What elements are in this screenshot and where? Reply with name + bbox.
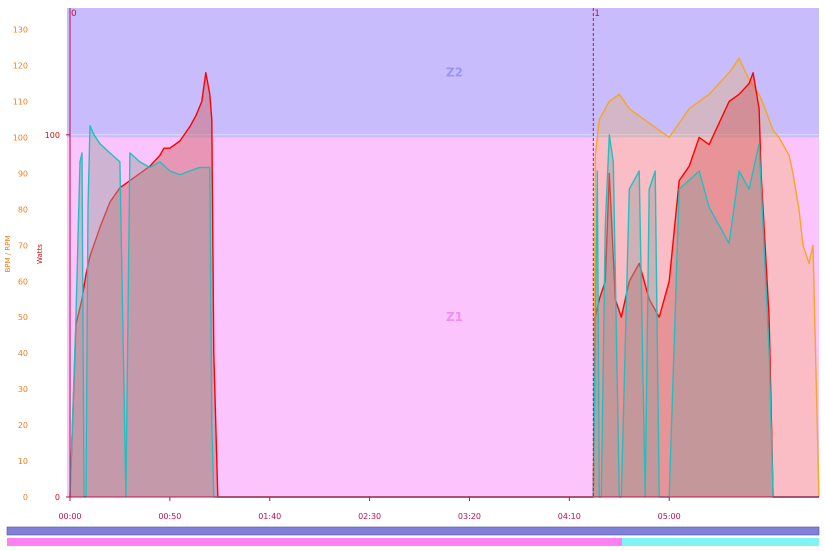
y-power-tick-label: 100 xyxy=(45,131,60,140)
y-left-tick-label: 10 xyxy=(18,457,28,466)
overview-bar-zone-z1[interactable] xyxy=(7,538,622,546)
y-left-axis-title: BPM / RPM xyxy=(4,236,12,273)
y-left-tick-label: 120 xyxy=(13,62,28,71)
x-tick-label: 00:00 xyxy=(58,512,81,521)
interval-marker-label-1: 1 xyxy=(594,9,600,19)
overview-bars[interactable] xyxy=(6,526,820,546)
y-power-axis-title: Watts xyxy=(36,244,44,264)
x-tick-label: 02:30 xyxy=(358,512,381,521)
y-left-tick-label: 0 xyxy=(23,493,28,502)
y-left-tick-label: 50 xyxy=(18,313,28,322)
zone-label-z2: Z2 xyxy=(446,66,463,80)
y-left-tick-label: 70 xyxy=(18,241,28,250)
interval-marker-label-0: 0 xyxy=(71,9,77,19)
y-left-tick-label: 110 xyxy=(13,97,28,106)
y-left-tick-label: 90 xyxy=(18,169,28,178)
x-tick-label: 04:10 xyxy=(558,512,581,521)
y-left-tick-label: 30 xyxy=(18,385,28,394)
overview-bar-zone-z2[interactable] xyxy=(622,538,819,546)
overview-bar-intervals[interactable] xyxy=(6,526,820,536)
chart: Z1 Z2 01 00:00 00:50 01:40 02:30 03:20 04:10 05… xyxy=(0,0,825,551)
y-power-tick-label: 0 xyxy=(55,493,60,502)
zone-label-z1: Z1 xyxy=(446,310,463,324)
y-left-tick-label: 40 xyxy=(18,349,28,358)
y-left-tick-label: 60 xyxy=(18,277,28,286)
x-tick-label: 03:20 xyxy=(458,512,481,521)
y-left-tick-label: 80 xyxy=(18,205,28,214)
y-left-tick-label: 100 xyxy=(13,133,28,142)
y-left-tick-label: 20 xyxy=(18,421,28,430)
chart-svg: Z1Z2 01 00:00 00:50 01:40 02:30 03:20 04:10 05… xyxy=(4,8,820,546)
y-left-tick-label: 130 xyxy=(13,26,28,35)
x-tick-label: 05:00 xyxy=(658,512,681,521)
x-tick-label: 00:50 xyxy=(158,512,181,521)
x-tick-label: 01:40 xyxy=(258,512,281,521)
